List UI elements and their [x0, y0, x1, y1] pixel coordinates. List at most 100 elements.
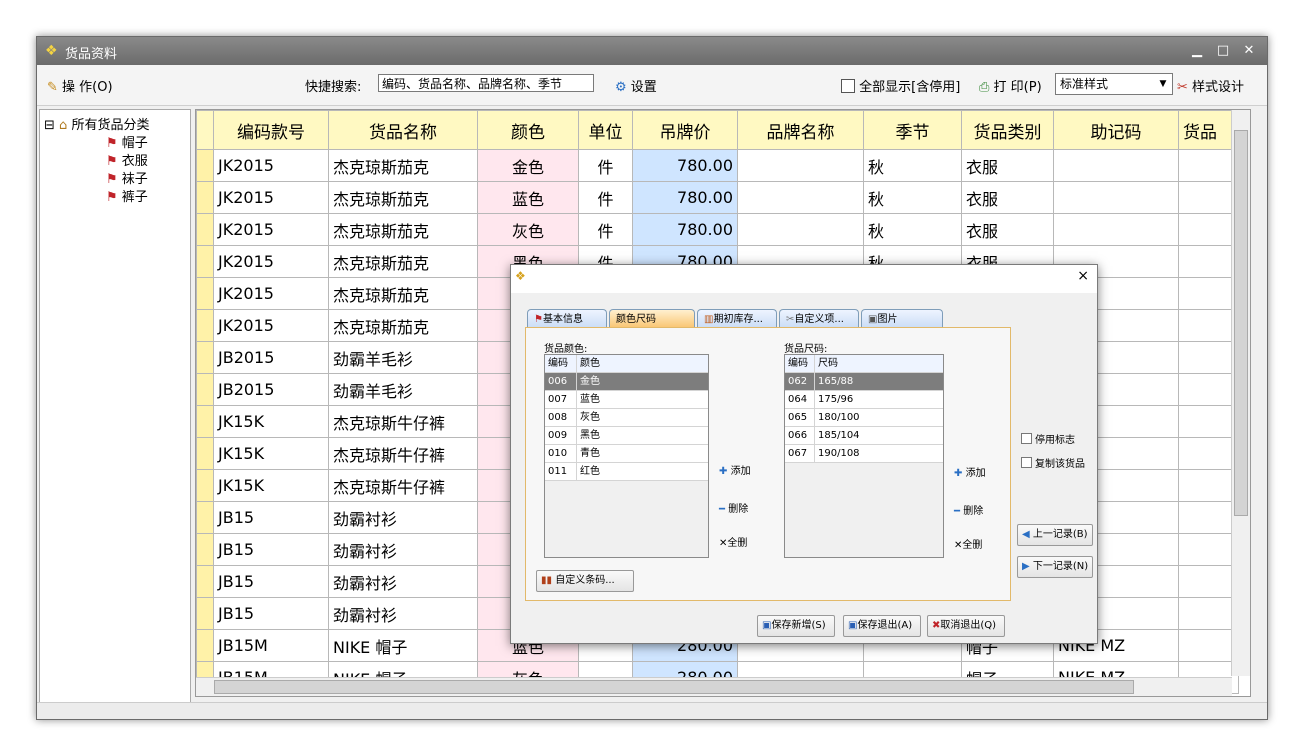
row-indicator[interactable] [196, 405, 214, 438]
cell-mnemonic[interactable] [1053, 181, 1179, 214]
quick-search-input[interactable]: 编码、货品名称、品牌名称、季节 [378, 74, 594, 92]
delete-all-colors-button[interactable]: ✕全删 [719, 534, 747, 549]
delete-size-button[interactable]: ━ 删除 [954, 502, 983, 517]
cell-code[interactable]: JK2015 [213, 309, 329, 342]
style-design-button[interactable]: ✂ 样式设计 [1177, 76, 1244, 95]
row-indicator[interactable] [196, 629, 214, 662]
cell-brand[interactable] [737, 181, 864, 214]
cell-code[interactable]: JB15 [213, 565, 329, 598]
cell-name[interactable]: 杰克琼斯茄克 [328, 277, 478, 310]
row-indicator[interactable] [196, 373, 214, 406]
tree-item-pants[interactable]: ⚑ 裤子 [106, 186, 148, 205]
row-indicator[interactable] [196, 309, 214, 342]
add-size-button[interactable]: ✚ 添加 [954, 464, 986, 479]
cell-name[interactable]: 杰克琼斯牛仔裤 [328, 469, 478, 502]
show-all-checkbox[interactable]: 全部显示[含停用] [841, 76, 960, 95]
col-header-brand[interactable]: 品牌名称 [737, 110, 864, 150]
collapse-icon[interactable]: ⊟ [44, 118, 55, 133]
cell-color[interactable]: 金色 [477, 149, 579, 182]
cell-code[interactable]: JK2015 [213, 213, 329, 246]
horizontal-scrollbar[interactable] [196, 677, 1232, 696]
cell-code[interactable]: JK15K [213, 437, 329, 470]
cell-more[interactable] [1178, 149, 1239, 182]
row-indicator[interactable] [196, 469, 214, 502]
cell-more[interactable] [1178, 341, 1239, 374]
cell-code[interactable]: JB15 [213, 597, 329, 630]
next-record-button[interactable]: ▶ 下一记录(N) [1017, 556, 1093, 578]
cell-code[interactable]: JK15K [213, 469, 329, 502]
col-header-color[interactable]: 颜色 [477, 110, 579, 150]
cell-unit[interactable]: 件 [578, 181, 633, 214]
disabled-flag-checkbox[interactable]: 停用标志 [1021, 431, 1075, 446]
tab-custom-fields[interactable]: ✂自定义项... [779, 309, 859, 329]
size-list-item[interactable]: 064 175/96 [785, 391, 943, 409]
cell-mnemonic[interactable] [1053, 149, 1179, 182]
cell-name[interactable]: 杰克琼斯茄克 [328, 309, 478, 342]
tab-image[interactable]: ▣图片 [861, 309, 943, 329]
cell-name[interactable]: 劲霸羊毛衫 [328, 341, 478, 374]
cell-name[interactable]: 杰克琼斯茄克 [328, 245, 478, 278]
cell-code[interactable]: JB2015 [213, 341, 329, 374]
cell-name[interactable]: 劲霸衬衫 [328, 501, 478, 534]
save-new-button[interactable]: ▣保存新增(S) [757, 615, 835, 637]
cell-code[interactable]: JK2015 [213, 181, 329, 214]
size-list-item[interactable]: 062 165/88 [785, 373, 943, 391]
cell-brand[interactable] [737, 149, 864, 182]
col-header-category[interactable]: 货品类别 [961, 110, 1054, 150]
table-row[interactable]: JK2015 杰克琼斯茄克 金色件 780.00 秋衣服 [196, 149, 1239, 182]
scroll-thumb[interactable] [1234, 130, 1248, 516]
color-list-item[interactable]: 007 蓝色 [545, 391, 708, 409]
row-indicator[interactable] [196, 213, 214, 246]
col-header-season[interactable]: 季节 [863, 110, 962, 150]
col-header-more[interactable]: 货品 [1178, 110, 1239, 150]
settings-button[interactable]: ⚙ 设置 [615, 76, 657, 95]
cell-name[interactable]: 杰克琼斯牛仔裤 [328, 437, 478, 470]
close-button[interactable]: ✕ [1239, 41, 1259, 61]
cell-code[interactable]: JB2015 [213, 373, 329, 406]
row-indicator[interactable] [196, 565, 214, 598]
row-indicator[interactable] [196, 245, 214, 278]
cell-more[interactable] [1178, 309, 1239, 342]
dialog-close-button[interactable]: × [1077, 268, 1089, 284]
cell-more[interactable] [1178, 373, 1239, 406]
cell-season[interactable]: 秋 [863, 213, 962, 246]
tree-item-socks[interactable]: ⚑ 袜子 [106, 168, 148, 187]
col-header-mnemonic[interactable]: 助记码 [1053, 110, 1179, 150]
copy-item-checkbox[interactable]: 复制该货品 [1021, 455, 1085, 470]
cancel-exit-button[interactable]: ✖取消退出(Q) [927, 615, 1005, 637]
tab-opening-stock[interactable]: ▥期初库存... [697, 309, 777, 329]
operate-menu[interactable]: ✎ 操 作(O) [47, 76, 113, 95]
col-header-price[interactable]: 吊牌价 [632, 110, 738, 150]
cell-mnemonic[interactable] [1053, 213, 1179, 246]
row-indicator[interactable] [196, 181, 214, 214]
tab-color-size[interactable]: 颜色尺码 [609, 309, 695, 329]
style-select[interactable]: 标准样式 ▼ [1055, 73, 1173, 95]
size-list[interactable]: 编码 尺码 062 165/88 064 175/96 065 180/100 066 185… [784, 354, 944, 558]
table-row[interactable]: JK2015 杰克琼斯茄克 灰色件 780.00 秋衣服 [196, 213, 1239, 246]
cell-more[interactable] [1178, 213, 1239, 246]
color-list-item[interactable]: 010 青色 [545, 445, 708, 463]
cell-name[interactable]: 杰克琼斯茄克 [328, 213, 478, 246]
prev-record-button[interactable]: ◀ 上一记录(B) [1017, 524, 1093, 546]
cell-name[interactable]: 杰克琼斯牛仔裤 [328, 405, 478, 438]
row-indicator[interactable] [196, 277, 214, 310]
size-list-item[interactable]: 066 185/104 [785, 427, 943, 445]
tree-item-clothes[interactable]: ⚑ 衣服 [106, 150, 148, 169]
minimize-button[interactable]: ▁ [1187, 41, 1207, 61]
color-list-item[interactable]: 009 黑色 [545, 427, 708, 445]
cell-code[interactable]: JB15 [213, 533, 329, 566]
save-exit-button[interactable]: ▣保存退出(A) [843, 615, 921, 637]
vertical-scrollbar[interactable] [1231, 110, 1250, 676]
cell-unit[interactable]: 件 [578, 149, 633, 182]
row-indicator[interactable] [196, 533, 214, 566]
cell-price[interactable]: 780.00 [632, 181, 738, 214]
color-list-item[interactable]: 008 灰色 [545, 409, 708, 427]
row-indicator[interactable] [196, 437, 214, 470]
cell-price[interactable]: 780.00 [632, 149, 738, 182]
cell-more[interactable] [1178, 597, 1239, 630]
cell-name[interactable]: 劲霸衬衫 [328, 533, 478, 566]
col-header-code[interactable]: 编码款号 [213, 110, 329, 150]
cell-more[interactable] [1178, 181, 1239, 214]
cell-code[interactable]: JK2015 [213, 149, 329, 182]
delete-all-sizes-button[interactable]: ✕全删 [954, 536, 982, 551]
